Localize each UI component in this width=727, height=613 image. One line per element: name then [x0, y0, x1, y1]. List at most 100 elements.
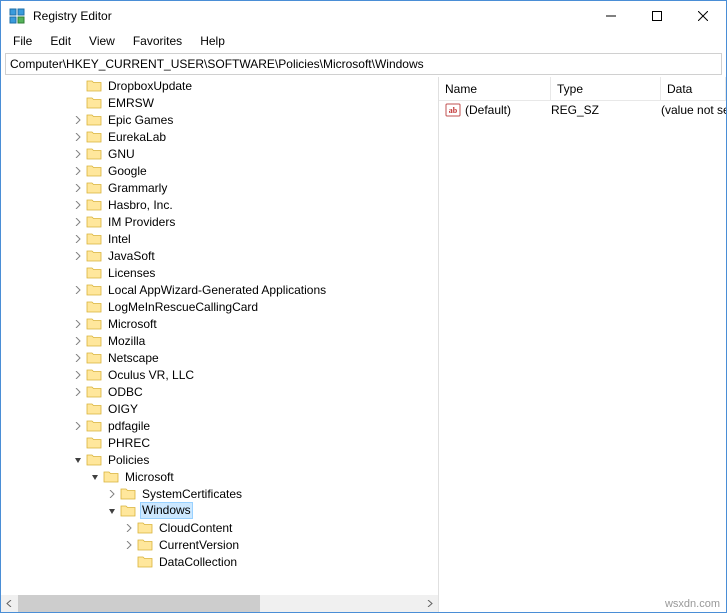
tree-item[interactable]: Microsoft [1, 468, 438, 485]
tree-item[interactable]: Google [1, 162, 438, 179]
folder-icon [86, 418, 102, 434]
expand-icon[interactable] [69, 315, 86, 332]
tree-item-label: Google [106, 164, 149, 178]
folder-icon [86, 350, 102, 366]
expand-icon[interactable] [69, 247, 86, 264]
tree-item-label: IM Providers [106, 215, 177, 229]
folder-icon [86, 163, 102, 179]
tree-item[interactable]: Hasbro, Inc. [1, 196, 438, 213]
tree-item-label: Microsoft [106, 317, 159, 331]
address-bar[interactable]: Computer\HKEY_CURRENT_USER\SOFTWARE\Poli… [5, 53, 722, 75]
value-row[interactable]: ab(Default)REG_SZ(value not set) [439, 101, 726, 119]
collapse-icon[interactable] [103, 502, 120, 519]
tree-item[interactable]: CloudContent [1, 519, 438, 536]
scroll-track[interactable] [18, 595, 421, 612]
folder-icon [86, 112, 102, 128]
column-headers: Name Type Data [439, 77, 726, 101]
tree-item[interactable]: Epic Games [1, 111, 438, 128]
folder-icon [86, 214, 102, 230]
maximize-button[interactable] [634, 1, 680, 31]
expand-icon[interactable] [69, 162, 86, 179]
tree-item-label: Grammarly [106, 181, 169, 195]
tree-item-label: Netscape [106, 351, 161, 365]
tree-item-label: DataCollection [157, 555, 239, 569]
tree-item-label: Licenses [106, 266, 157, 280]
menu-file[interactable]: File [5, 32, 40, 50]
tree-item[interactable]: Windows [1, 502, 438, 519]
expand-icon[interactable] [69, 111, 86, 128]
scroll-thumb[interactable] [18, 595, 260, 612]
folder-icon [137, 554, 153, 570]
tree-item[interactable]: CurrentVersion [1, 536, 438, 553]
expand-icon[interactable] [69, 145, 86, 162]
tree-item-label: Policies [106, 453, 151, 467]
scroll-left-arrow[interactable] [1, 595, 18, 612]
expand-icon[interactable] [69, 230, 86, 247]
expand-icon[interactable] [69, 179, 86, 196]
tree-item-label: Local AppWizard-Generated Applications [106, 283, 328, 297]
tree-item[interactable]: Intel [1, 230, 438, 247]
column-name[interactable]: Name [439, 77, 551, 100]
tree-item[interactable]: GNU [1, 145, 438, 162]
tree-item[interactable]: EurekaLab [1, 128, 438, 145]
svg-text:ab: ab [449, 106, 458, 115]
folder-icon [86, 333, 102, 349]
tree-item[interactable]: Policies [1, 451, 438, 468]
folder-icon [86, 231, 102, 247]
menu-favorites[interactable]: Favorites [125, 32, 190, 50]
tree-item[interactable]: JavaSoft [1, 247, 438, 264]
tree-item[interactable]: PHREC [1, 434, 438, 451]
expand-icon[interactable] [69, 332, 86, 349]
value-data: (value not set) [661, 103, 726, 117]
tree-item[interactable]: Mozilla [1, 332, 438, 349]
value-list[interactable]: ab(Default)REG_SZ(value not set) [439, 101, 726, 612]
close-button[interactable] [680, 1, 726, 31]
tree-item[interactable]: EMRSW [1, 94, 438, 111]
expand-icon[interactable] [69, 417, 86, 434]
minimize-button[interactable] [588, 1, 634, 31]
tree-item-label: GNU [106, 147, 137, 161]
folder-icon [86, 401, 102, 417]
values-pane: Name Type Data ab(Default)REG_SZ(value n… [439, 77, 726, 612]
menu-view[interactable]: View [81, 32, 123, 50]
tree-item[interactable]: DataCollection [1, 553, 438, 570]
tree-item[interactable]: SystemCertificates [1, 485, 438, 502]
menu-edit[interactable]: Edit [42, 32, 79, 50]
tree-item[interactable]: ODBC [1, 383, 438, 400]
column-data[interactable]: Data [661, 77, 726, 100]
horizontal-scrollbar[interactable] [1, 595, 438, 612]
folder-icon [86, 384, 102, 400]
tree-item[interactable]: LogMeInRescueCallingCard [1, 298, 438, 315]
tree-item[interactable]: Licenses [1, 264, 438, 281]
tree-item[interactable]: Grammarly [1, 179, 438, 196]
tree-item[interactable]: Microsoft [1, 315, 438, 332]
expand-icon[interactable] [69, 349, 86, 366]
tree-item[interactable]: Netscape [1, 349, 438, 366]
collapse-icon[interactable] [69, 451, 86, 468]
scroll-right-arrow[interactable] [421, 595, 438, 612]
window-controls [588, 1, 726, 31]
expand-icon[interactable] [69, 213, 86, 230]
expand-icon[interactable] [103, 485, 120, 502]
folder-icon [86, 180, 102, 196]
folder-icon [86, 435, 102, 451]
tree-item[interactable]: Local AppWizard-Generated Applications [1, 281, 438, 298]
expand-icon[interactable] [69, 196, 86, 213]
collapse-icon[interactable] [86, 468, 103, 485]
expand-icon[interactable] [120, 536, 137, 553]
expand-icon[interactable] [69, 383, 86, 400]
expand-icon[interactable] [69, 281, 86, 298]
tree-item[interactable]: OIGY [1, 400, 438, 417]
tree-item-label: LogMeInRescueCallingCard [106, 300, 260, 314]
expand-icon[interactable] [69, 128, 86, 145]
column-type[interactable]: Type [551, 77, 661, 100]
tree-item[interactable]: DropboxUpdate [1, 77, 438, 94]
expand-icon[interactable] [120, 519, 137, 536]
titlebar[interactable]: Registry Editor [1, 1, 726, 31]
menu-help[interactable]: Help [192, 32, 233, 50]
registry-tree[interactable]: DropboxUpdateEMRSWEpic GamesEurekaLab GNU… [1, 77, 438, 595]
tree-item[interactable]: Oculus VR, LLC [1, 366, 438, 383]
expand-icon[interactable] [69, 366, 86, 383]
tree-item[interactable]: IM Providers [1, 213, 438, 230]
tree-item[interactable]: pdfagile [1, 417, 438, 434]
